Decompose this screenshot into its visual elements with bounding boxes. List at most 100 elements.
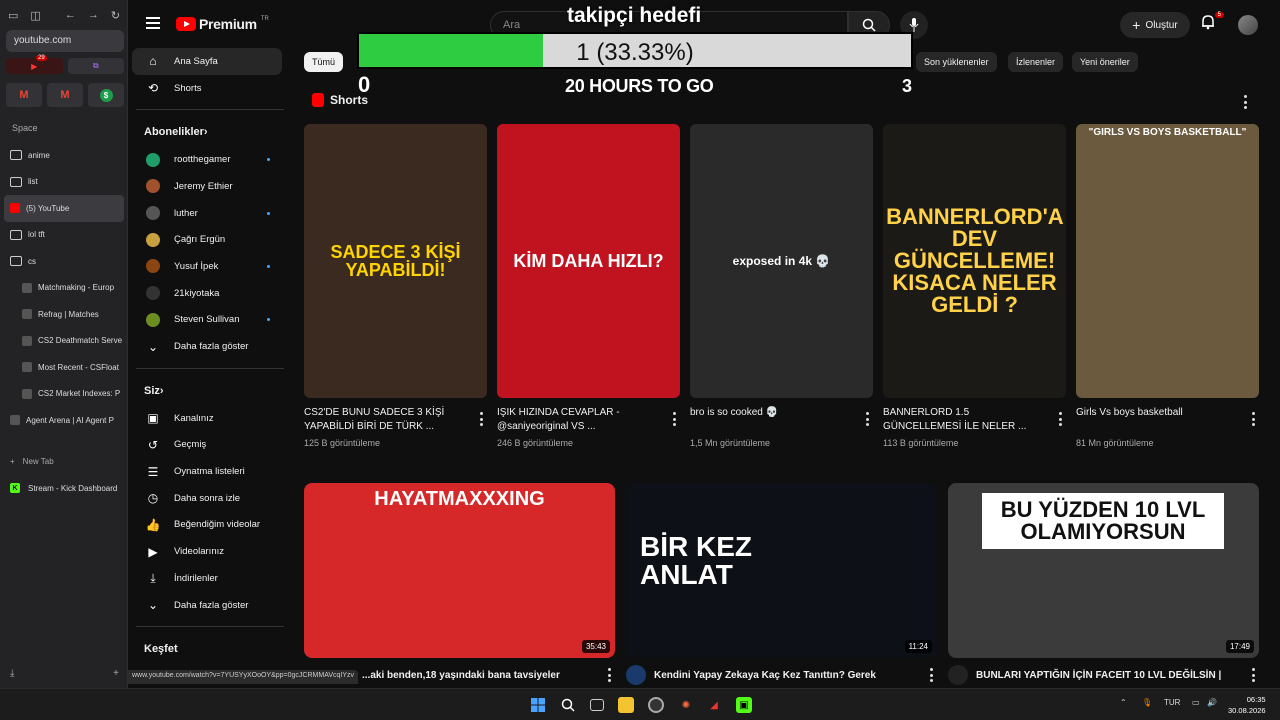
split-view-icon[interactable]: ◫: [30, 9, 40, 22]
sidebar-folder-0[interactable]: anime: [4, 142, 124, 169]
video-menu-button[interactable]: [607, 668, 611, 682]
show-more-you[interactable]: ⌄ Daha fazla göster: [132, 592, 282, 619]
sidebar-subscription[interactable]: rootthegamer: [132, 146, 282, 173]
subscriptions-header[interactable]: Abonelikler ›: [132, 118, 282, 146]
notifications-button[interactable]: 5: [1200, 12, 1224, 34]
short-title[interactable]: CS2'DE BUNU SADECE 3 KİŞİ YAPABİLDİ BİRİ…: [304, 406, 487, 434]
video-card[interactable]: BİR KEZ ANLAT 11:24: [626, 483, 937, 658]
sidebar-folder-4[interactable]: cs: [4, 248, 124, 275]
account-avatar[interactable]: [1238, 15, 1258, 35]
youtube-logo[interactable]: Premium TR: [176, 16, 269, 32]
sidebar-toggle-icon[interactable]: ▭: [8, 9, 18, 22]
nav-playlist[interactable]: ☰ Oynatma listeleri: [132, 458, 282, 485]
nav-shorts[interactable]: ⟲ Shorts: [132, 75, 282, 102]
tray-chevron-icon[interactable]: ⌃: [1120, 698, 1127, 707]
short-thumbnail[interactable]: BANNERLORD'A DEV GÜNCELLEME! KISACA NELE…: [883, 124, 1066, 398]
sidebar-tab-6[interactable]: Refrag | Matches: [4, 301, 124, 328]
short-card[interactable]: exposed in 4k 💀 bro is so cooked 💀 1,5 Mn …: [690, 124, 873, 448]
chip-recent-uploads[interactable]: Son yüklenenler: [916, 52, 997, 72]
sidebar-tab-7[interactable]: CS2 Deathmatch Serve: [4, 328, 124, 355]
discord-icon[interactable]: ▣: [736, 697, 752, 713]
sidebar-tab-8[interactable]: Most Recent - CSFloat: [4, 354, 124, 381]
sidebar-subscription[interactable]: Steven Sullivan: [132, 307, 282, 334]
chip-new-suggestions[interactable]: Yeni öneriler: [1072, 52, 1138, 72]
short-menu-button[interactable]: [1058, 412, 1062, 426]
short-card[interactable]: "GIRLS VS BOYS BASKETBALL" Girls Vs boys …: [1076, 124, 1259, 448]
menu-icon[interactable]: [146, 17, 160, 29]
short-thumbnail[interactable]: exposed in 4k 💀: [690, 124, 873, 398]
show-more-subscriptions[interactable]: ⌄ Daha fazla göster: [132, 333, 282, 360]
nav-clock[interactable]: ◷ Daha sonra izle: [132, 485, 282, 512]
url-bar[interactable]: youtube.com: [6, 30, 124, 52]
pinned-gmail-tab-1[interactable]: M: [6, 83, 42, 107]
short-menu-button[interactable]: [865, 412, 869, 426]
video-title[interactable]: ...aki benden,18 yaşındaki bana tavsiyel…: [362, 670, 560, 681]
pinned-money-tab[interactable]: $: [88, 83, 124, 107]
you-header[interactable]: Siz ›: [132, 377, 282, 405]
video-title[interactable]: BUNLARI YAPTIĞIN İÇİN FACEIT 10 LVL DEĞİ…: [976, 670, 1221, 681]
video-info-row[interactable]: BUNLARI YAPTIĞIN İÇİN FACEIT 10 LVL DEĞİ…: [948, 664, 1238, 686]
video-info-row[interactable]: ...aki benden,18 yaşındaki bana tavsiyel…: [362, 664, 612, 686]
search-icon[interactable]: [560, 697, 576, 713]
nav-like[interactable]: 👍 Beğendiğim videolar: [132, 512, 282, 539]
sidebar-subscription[interactable]: luther: [132, 200, 282, 227]
shorts-menu-button[interactable]: [1243, 95, 1247, 109]
sidebar-subscription[interactable]: Jeremy Ethier: [132, 173, 282, 200]
download-icon[interactable]: ⤓: [10, 668, 14, 679]
app-arrow-icon[interactable]: ◢: [706, 697, 722, 713]
forward-icon[interactable]: →: [88, 9, 99, 21]
short-card[interactable]: BANNERLORD'A DEV GÜNCELLEME! KISACA NELE…: [883, 124, 1066, 448]
video-card[interactable]: HAYATMAXXXING 35:43: [304, 483, 615, 658]
short-menu-button[interactable]: [479, 412, 483, 426]
start-icon[interactable]: [530, 697, 546, 713]
short-title[interactable]: Girls Vs boys basketball: [1076, 406, 1259, 434]
video-card[interactable]: BU YÜZDEN 10 LVL OLAMIYORSUN 17:49: [948, 483, 1259, 658]
back-icon[interactable]: ←: [65, 9, 76, 21]
short-menu-button[interactable]: [672, 412, 676, 426]
short-thumbnail[interactable]: SADECE 3 KİŞİ YAPABİLDİ!: [304, 124, 487, 398]
video-thumbnail[interactable]: HAYATMAXXXING 35:43: [304, 483, 615, 658]
monitor-tray-icon[interactable]: ▭: [1192, 698, 1200, 707]
task-view-icon[interactable]: [590, 699, 604, 711]
chip-watched[interactable]: İzlenenler: [1008, 52, 1064, 72]
nav-download[interactable]: ⤓ İndirilenler: [132, 565, 282, 592]
short-thumbnail[interactable]: KİM DAHA HIZLI?: [497, 124, 680, 398]
nav-video[interactable]: ▶ Videolarınız: [132, 538, 282, 565]
short-card[interactable]: SADECE 3 KİŞİ YAPABİLDİ! CS2'DE BUNU SADE…: [304, 124, 487, 448]
video-menu-button[interactable]: [1251, 668, 1255, 682]
kick-dashboard-tab[interactable]: K Stream - Kick Dashboard: [10, 483, 117, 493]
channel-avatar[interactable]: [948, 665, 968, 685]
reload-icon[interactable]: ↻: [111, 9, 120, 22]
file-explorer-icon[interactable]: [618, 697, 634, 713]
short-title[interactable]: bro is so cooked 💀: [690, 406, 873, 434]
video-title[interactable]: Kendini Yapay Zekaya Kaç Kez Tanıttın? G…: [654, 670, 876, 681]
sidebar-subscription[interactable]: Yusuf İpek: [132, 253, 282, 280]
sidebar-tab-10[interactable]: Agent Arena | AI Agent P: [4, 407, 124, 434]
short-title[interactable]: BANNERLORD 1.5 GÜNCELLEMESİ İLE NELER ..…: [883, 406, 1066, 434]
sidebar-subscription[interactable]: Çağrı Ergün: [132, 226, 282, 253]
short-thumbnail[interactable]: "GIRLS VS BOYS BASKETBALL": [1076, 124, 1259, 398]
create-button[interactable]: + Oluştur: [1120, 12, 1190, 38]
add-icon[interactable]: +: [113, 668, 119, 679]
short-card[interactable]: KİM DAHA HIZLI? IŞIK HIZINDA CEVAPLAR - @…: [497, 124, 680, 448]
nav-channel[interactable]: ▣ Kanalınız: [132, 405, 282, 432]
sidebar-tab-2[interactable]: (5) YouTube: [4, 195, 124, 222]
pinned-youtube-tab[interactable]: ▶ 29: [6, 55, 63, 74]
volume-icon[interactable]: 🔊: [1207, 698, 1217, 707]
video-thumbnail[interactable]: BU YÜZDEN 10 LVL OLAMIYORSUN 17:49: [948, 483, 1259, 658]
sidebar-folder-1[interactable]: list: [4, 169, 124, 196]
system-clock[interactable]: 06:35 30.08.2026: [1228, 694, 1266, 716]
short-title[interactable]: IŞIK HIZINDA CEVAPLAR - @saniyeoriginal …: [497, 406, 680, 434]
pinned-twitch-tab[interactable]: ⧉: [67, 58, 124, 74]
sidebar-folder-3[interactable]: lol tft: [4, 222, 124, 249]
microphone-tray-icon[interactable]: 🎙: [1142, 698, 1152, 707]
obs-icon[interactable]: [648, 697, 664, 713]
new-tab-button[interactable]: + New Tab: [10, 457, 54, 466]
app-sparkle-icon[interactable]: ✺: [678, 697, 694, 713]
nav-home[interactable]: ⌂ Ana Sayfa: [132, 48, 282, 75]
video-info-row[interactable]: Kendini Yapay Zekaya Kaç Kez Tanıttın? G…: [626, 664, 916, 686]
pinned-gmail-tab-2[interactable]: M: [47, 83, 83, 107]
short-menu-button[interactable]: [1251, 412, 1255, 426]
chip-all[interactable]: Tümü: [304, 52, 344, 72]
sidebar-tab-5[interactable]: Matchmaking - Europ: [4, 275, 124, 302]
